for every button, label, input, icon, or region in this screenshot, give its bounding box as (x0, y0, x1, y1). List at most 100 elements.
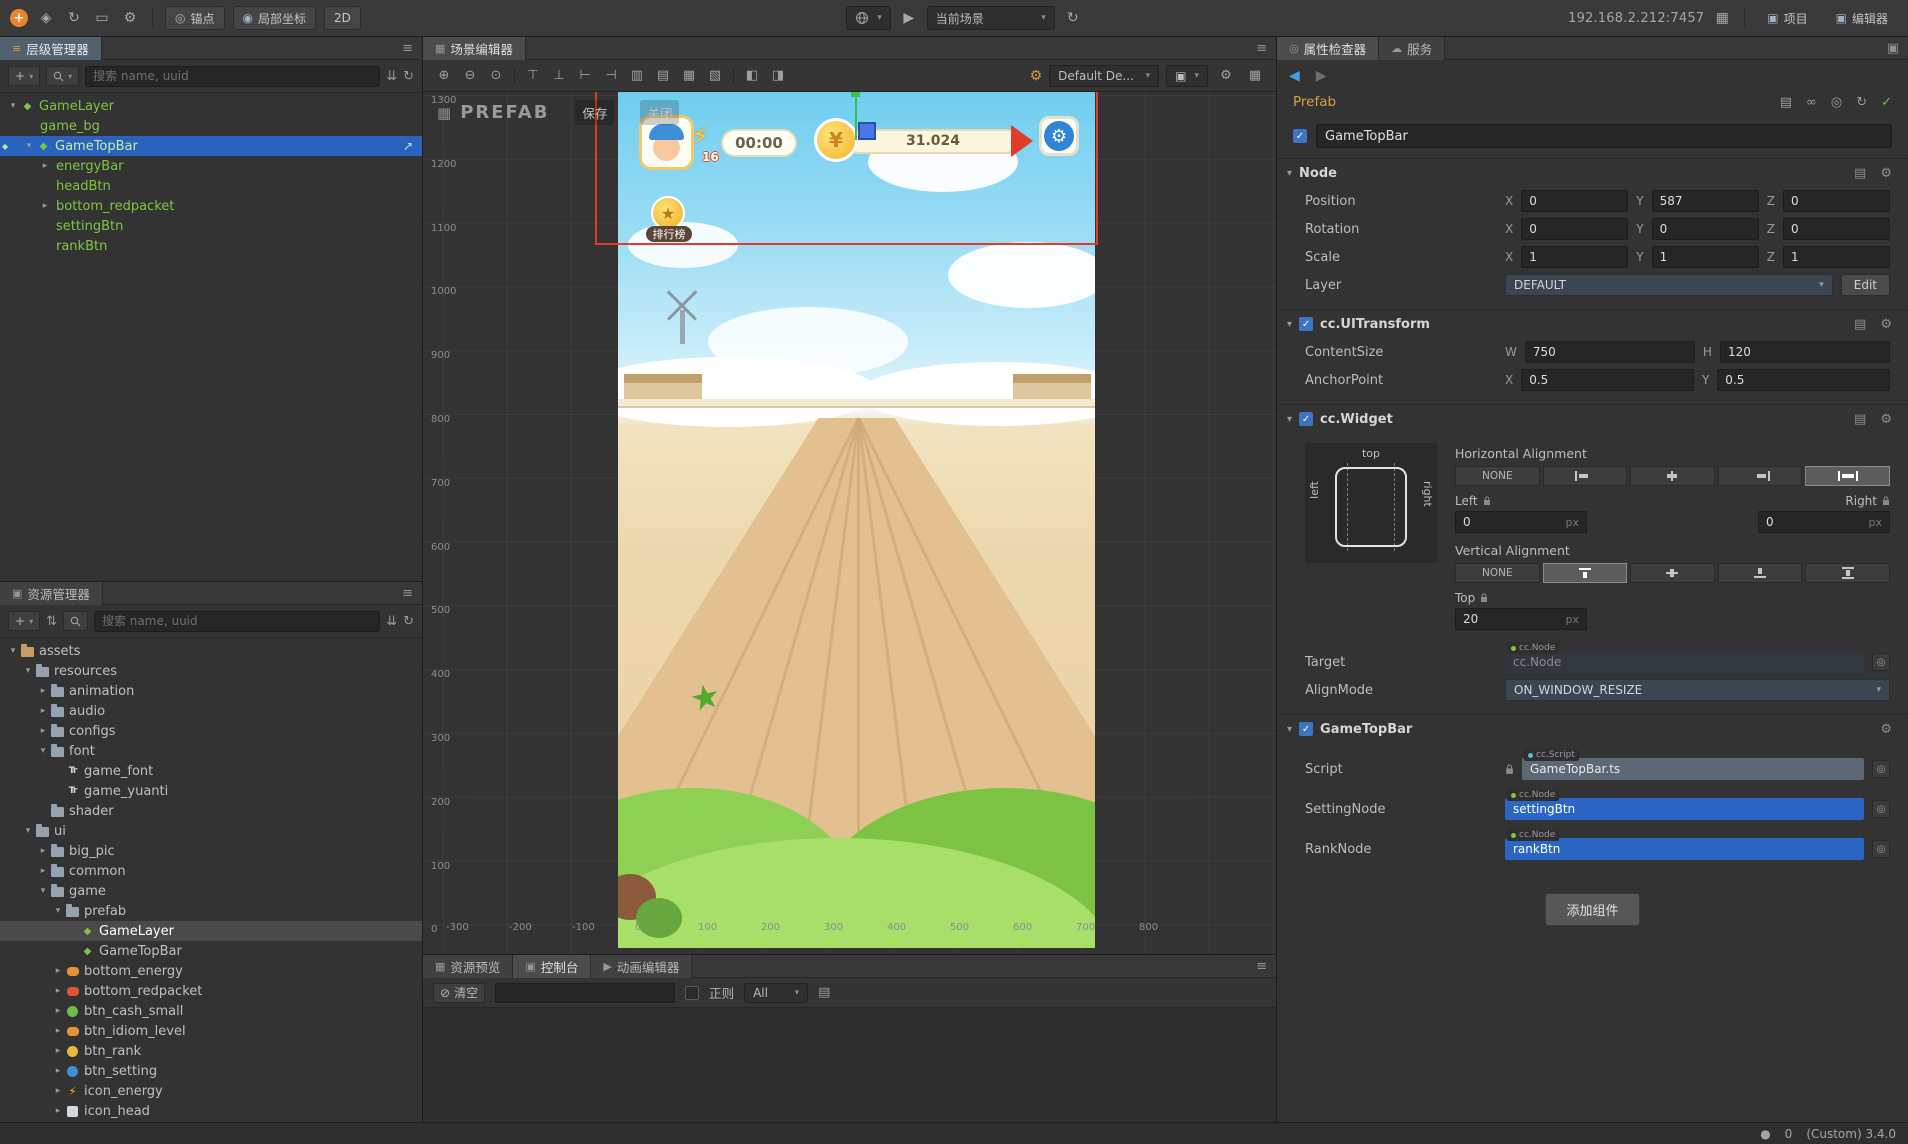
expand-arrow-icon[interactable]: ▸ (38, 161, 52, 171)
expand-arrow-icon[interactable]: ▸ (36, 846, 50, 856)
scale-z-input[interactable] (1782, 246, 1890, 268)
ranknode-field[interactable]: cc.Node rankBtn (1505, 829, 1864, 860)
collapse-arrow-icon[interactable]: ▾ (21, 666, 35, 676)
collapse-arrow-icon[interactable]: ▾ (1287, 168, 1292, 179)
prefab-close-button[interactable]: 关闭 (640, 100, 680, 125)
tab-animation-editor[interactable]: ▶ 动画编辑器 (591, 954, 693, 978)
inspector-dock-icon[interactable]: ▣ (1878, 41, 1908, 56)
refresh-assets-icon[interactable]: ↻ (403, 614, 414, 629)
expand-arrow-icon[interactable]: ▸ (51, 1106, 65, 1116)
expand-arrow-icon[interactable]: ▸ (36, 726, 50, 736)
hierarchy-item-GameLayer[interactable]: ▾ ◆ GameLayer (0, 96, 422, 116)
distribute-h-icon[interactable]: ▦ (678, 68, 700, 83)
collapse-arrow-icon[interactable]: ▾ (22, 141, 36, 151)
collapse-arrow-icon[interactable]: ▾ (51, 906, 65, 916)
top-offset-input[interactable] (1456, 612, 1566, 626)
widget-gear-icon[interactable]: ⚙ (1880, 412, 1892, 427)
zoom-reset-icon[interactable]: ⊙ (485, 68, 507, 83)
scale-y-input[interactable] (1651, 246, 1759, 268)
script-picker-icon[interactable]: ◎ (1872, 760, 1890, 778)
tab-service[interactable]: ☁ 服务 (1379, 36, 1446, 60)
expand-arrow-icon[interactable]: ▸ (51, 1026, 65, 1036)
hierarchy-item-bottom_redpacket[interactable]: ▸ bottom_redpacket (0, 196, 422, 216)
clear-console-button[interactable]: ⊘ 清空 (433, 982, 486, 1003)
node-doc-icon[interactable]: ▤ (1854, 166, 1866, 181)
sort-assets-icon[interactable]: ⇅ (46, 614, 57, 629)
component-gear-icon[interactable]: ⚙ (1880, 722, 1892, 737)
uitransform-doc-icon[interactable]: ▤ (1854, 317, 1866, 332)
position-z-input[interactable] (1782, 190, 1890, 212)
expand-arrow-icon[interactable]: ▸ (36, 706, 50, 716)
locate-prefab-icon[interactable]: ◎ (1831, 95, 1842, 110)
node-name-input[interactable] (1316, 124, 1892, 148)
collapse-all-icon[interactable]: ⇊ (386, 614, 397, 629)
collapse-all-icon[interactable]: ⇊ (386, 69, 397, 84)
h-align-none-button[interactable]: NONE (1455, 466, 1540, 486)
distribute-v-icon[interactable]: ▧ (704, 68, 726, 83)
gizmo-handle[interactable] (851, 92, 860, 97)
asset-item-GameLayer[interactable]: ◆ GameLayer (0, 921, 422, 941)
hierarchy-item-energyBar[interactable]: ▸ energyBar (0, 156, 422, 176)
regex-checkbox[interactable] (685, 985, 700, 1000)
asset-item-btn_cash_small[interactable]: ▸ btn_cash_small (0, 1001, 422, 1021)
layer-select[interactable]: DEFAULT ▾ (1505, 274, 1833, 296)
expand-arrow-icon[interactable]: ▸ (38, 201, 52, 211)
asset-item-configs[interactable]: ▸ configs (0, 721, 422, 741)
forward-icon[interactable]: ▶ (1316, 68, 1327, 84)
asset-item-audio[interactable]: ▸ audio (0, 701, 422, 721)
collapse-arrow-icon[interactable]: ▾ (1287, 319, 1292, 330)
create-asset-button[interactable]: + ▾ (8, 611, 41, 631)
position-y-input[interactable] (1651, 190, 1759, 212)
camera-select[interactable]: Default De... ▾ (1049, 64, 1160, 87)
console-filter-input[interactable] (495, 982, 676, 1003)
rotation-y-input[interactable] (1651, 218, 1759, 240)
align-bottom-icon[interactable]: ⊥ (548, 68, 570, 83)
align-center-v-icon[interactable]: ▤ (652, 68, 674, 83)
left-offset-input[interactable] (1456, 515, 1566, 529)
right-offset-input[interactable] (1759, 515, 1869, 529)
expand-arrow-icon[interactable]: ▸ (51, 966, 65, 976)
widget-enabled-checkbox[interactable]: ✓ (1299, 412, 1314, 426)
local-coords-button[interactable]: ◉ 局部坐标 (232, 6, 316, 30)
v-align-bottom-button[interactable] (1717, 563, 1803, 583)
edit-prefab-icon[interactable]: ▤ (1780, 95, 1792, 110)
ranknode-picker-icon[interactable]: ◎ (1872, 840, 1890, 858)
scene-settings-gear-icon[interactable]: ⚙ (1215, 68, 1237, 83)
gizmo-gear-icon[interactable]: ⚙ (1030, 68, 1043, 84)
open-project-button[interactable]: ▣ 项目 (1757, 6, 1817, 30)
notification-icon[interactable]: ● (1760, 1127, 1770, 1141)
anchor-x-input[interactable] (1521, 369, 1694, 391)
settingnode-field[interactable]: cc.Node settingBtn (1505, 789, 1864, 820)
v-align-stretch-button[interactable] (1805, 563, 1890, 583)
grid-toggle-icon[interactable]: ▦ (1244, 68, 1266, 83)
assets-search-input[interactable] (101, 614, 373, 628)
layer-edit-button[interactable]: Edit (1840, 274, 1890, 296)
tab-scene-editor[interactable]: ▦ 场景编辑器 (423, 36, 526, 60)
asset-item-icon_energy[interactable]: ▸ ⚡ icon_energy (0, 1081, 422, 1101)
gametopbar-enabled-checkbox[interactable]: ✓ (1299, 722, 1314, 736)
asset-item-shader[interactable]: shader (0, 801, 422, 821)
stretch-v-icon[interactable]: ◨ (767, 68, 789, 83)
align-right-icon[interactable]: ⊣ (600, 68, 622, 83)
align-top-icon[interactable]: ⊤ (522, 68, 544, 83)
hierarchy-item-settingBtn[interactable]: settingBtn (0, 216, 422, 236)
script-field[interactable]: cc.Script GameTopBar.ts (1522, 749, 1864, 780)
open-prefab-icon[interactable]: ↗ (403, 139, 413, 153)
tab-inspector[interactable]: ◎ 属性检查器 (1277, 36, 1380, 60)
reset-prefab-icon[interactable]: ↻ (1856, 95, 1867, 110)
hierarchy-menu-icon[interactable]: ≡ (393, 41, 422, 56)
asset-item-assets[interactable]: ▾ assets (0, 641, 422, 661)
expand-arrow-icon[interactable]: ▸ (51, 1066, 65, 1076)
create-node-button[interactable]: + ▾ (8, 66, 41, 86)
anchor-mode-button[interactable]: ◎ 锚点 (165, 6, 225, 30)
asset-item-btn_rank[interactable]: ▸ btn_rank (0, 1041, 422, 1061)
widget-doc-icon[interactable]: ▤ (1854, 412, 1866, 427)
asset-item-bottom_energy[interactable]: ▸ bottom_energy (0, 961, 422, 981)
prefab-save-button[interactable]: 保存 (575, 100, 615, 125)
asset-item-btn_setting[interactable]: ▸ btn_setting (0, 1061, 422, 1081)
collapse-arrow-icon[interactable]: ▾ (36, 886, 50, 896)
asset-item-icon_head[interactable]: ▸ icon_head (0, 1101, 422, 1121)
asset-item-common[interactable]: ▸ common (0, 861, 422, 881)
contentsize-h-input[interactable] (1719, 341, 1890, 363)
asset-item-animation[interactable]: ▸ animation (0, 681, 422, 701)
